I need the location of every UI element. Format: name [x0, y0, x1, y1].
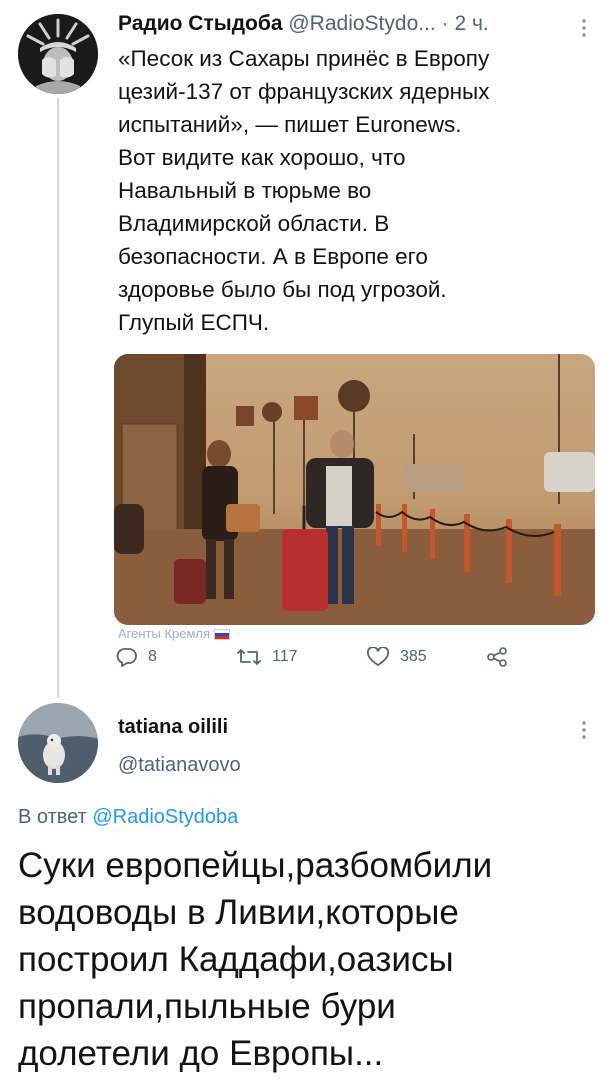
reply-author-name[interactable]: tatiana oilili	[118, 716, 228, 739]
tweet-text-line: безопасности. А в Европе его	[118, 244, 428, 269]
reply-button[interactable]: 8	[116, 642, 157, 672]
tweet-text: «Песок из Сахары принёс в Европу цезий-1…	[118, 42, 588, 339]
tweet-text-line: Владимирской области. В	[118, 211, 390, 236]
retweet-icon	[236, 647, 262, 667]
tweet-text-line: цезий-137 от французских ядерных	[118, 79, 490, 104]
retweet-count: 117	[272, 648, 298, 665]
tweet-text-line: испытаний», — пишет Euronews.	[118, 112, 462, 137]
tweet-text-line: Вот видите как хорошо, что	[118, 145, 406, 170]
reply-icon	[116, 647, 138, 667]
author-name[interactable]: Радио Стыдоба	[118, 12, 283, 35]
reply-text-line: пропали,пыльные бури	[18, 987, 396, 1026]
tweet-header: Радио Стыдоба @RadioStydo... · 2 ч.	[118, 12, 588, 44]
reply-count: 8	[148, 648, 157, 665]
watermark-text: Агенты Кремля	[118, 626, 211, 641]
like-icon	[366, 647, 390, 667]
tweet-photo[interactable]	[114, 354, 595, 625]
photo-watermark: Агенты Кремля	[118, 626, 231, 641]
reply-text-line: долетели до Европы...	[18, 1034, 384, 1073]
reply-text: Суки европейцы,разбомбили водоводы в Лив…	[18, 842, 598, 1077]
tweet-actions: 8 117 385	[116, 642, 596, 672]
separator-dot: ·	[441, 12, 449, 35]
reply-text-line: построил Каддафи,оазисы	[18, 940, 454, 979]
author-avatar[interactable]	[18, 14, 98, 94]
like-count: 385	[400, 648, 427, 665]
russian-flag-icon	[214, 629, 231, 641]
thread-connector-line	[57, 98, 59, 698]
share-button[interactable]	[486, 642, 508, 672]
tweet-text-line: Навальный в тюрьме во	[118, 178, 372, 203]
retweet-button[interactable]: 117	[236, 642, 298, 672]
reply-text-line: водоводы в Ливии,которые	[18, 893, 459, 932]
reply-author-handle[interactable]: @tatianavovo	[118, 754, 241, 777]
tweet-text-line: «Песок из Сахары принёс в Европу	[118, 46, 490, 71]
author-handle[interactable]: @RadioStydo...	[288, 12, 435, 35]
in-reply-to: В ответ @RadioStydoba	[18, 806, 238, 829]
statue-of-liberty-avatar-image	[18, 14, 98, 94]
reply-text-line: Суки европейцы,разбомбили	[18, 846, 493, 885]
reply-author-avatar[interactable]	[18, 703, 98, 783]
more-icon[interactable]	[576, 16, 592, 40]
more-icon[interactable]	[576, 718, 592, 742]
tweet-text-line: здоровье было бы под угрозой.	[118, 277, 447, 302]
airport-dust-storm-photo	[114, 354, 595, 625]
like-button[interactable]: 385	[366, 642, 427, 672]
tweet-text-line: Глупый ЕСПЧ.	[118, 310, 270, 335]
polar-bear-avatar-image	[18, 703, 98, 783]
in-reply-to-handle-link[interactable]: @RadioStydoba	[92, 806, 238, 828]
tweet-timestamp[interactable]: 2 ч.	[454, 12, 488, 35]
share-icon	[486, 647, 508, 667]
in-reply-to-prefix: В ответ	[18, 806, 87, 828]
